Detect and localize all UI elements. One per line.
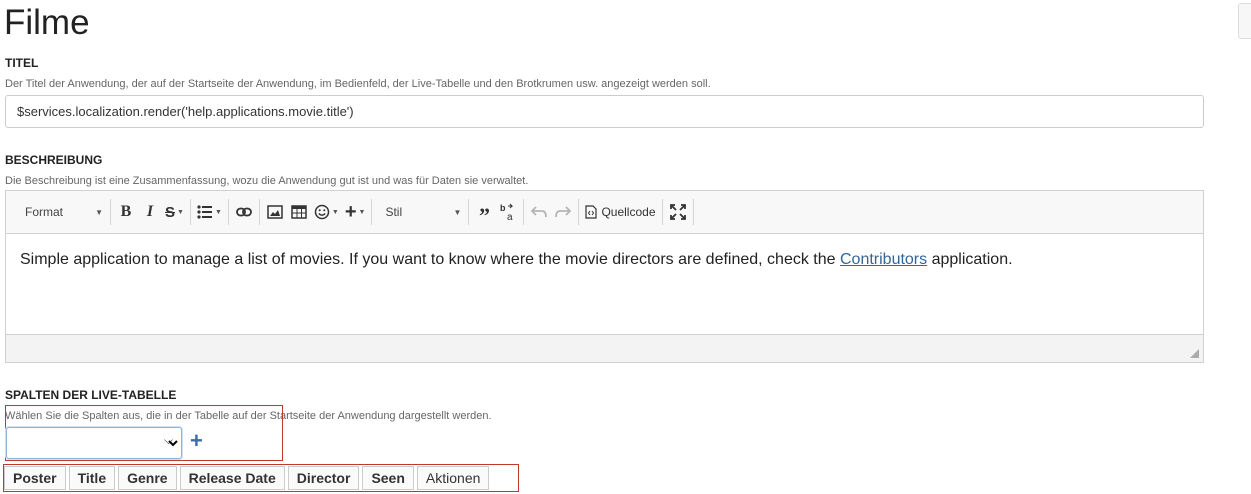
description-text-after: application. [927,251,1013,268]
column-list: Poster Title Genre Release Date Director… [4,466,492,490]
plus-icon[interactable]: + ▼ [342,200,369,224]
column-select[interactable] [6,427,182,459]
column-chip-release-date[interactable]: Release Date [179,466,285,490]
style-dropdown-label: Stil [385,205,403,219]
source-code-icon [585,205,598,219]
svg-text:b: b [500,203,506,213]
rich-text-editor: Format ▼ B I S ▼ ▼ ▼ + ▼ Stil ▼ ” b a Qu… [5,190,1204,363]
column-chip-seen[interactable]: Seen [362,466,414,490]
page-title: Filme [4,3,90,42]
spellcheck-icon[interactable]: ba [496,200,520,224]
source-code-label: Quellcode [601,205,656,219]
emoji-icon[interactable]: ▼ [311,200,342,224]
editor-toolbar: Format ▼ B I S ▼ ▼ ▼ + ▼ Stil ▼ ” b a Qu… [6,191,1203,234]
italic-icon[interactable]: I [138,200,162,224]
bulleted-list-icon[interactable]: ▼ [194,200,225,224]
resize-handle-icon[interactable] [1190,349,1199,358]
column-chip-title[interactable]: Title [68,466,116,490]
title-input[interactable] [5,95,1204,128]
editor-content[interactable]: Simple application to manage a list of m… [6,234,1203,334]
bold-icon[interactable]: B [114,200,138,224]
format-dropdown[interactable]: Format ▼ [15,200,107,224]
undo-icon[interactable] [527,200,551,224]
blockquote-icon[interactable]: ” [472,200,496,228]
column-chip-director[interactable]: Director [287,466,360,490]
strikethrough-icon[interactable]: S ▼ [162,200,187,224]
image-icon[interactable] [263,200,287,224]
title-help-text: Der Titel der Anwendung, der auf der Sta… [5,78,711,90]
description-text-before: Simple application to manage a list of m… [20,251,840,268]
column-chip-poster[interactable]: Poster [4,466,66,490]
corner-button[interactable] [1238,3,1251,39]
maximize-icon[interactable] [666,200,690,224]
format-dropdown-label: Format [25,205,64,219]
chevron-down-icon: ▼ [95,207,103,217]
title-section-label: TITEL [5,56,39,70]
table-icon[interactable] [287,200,311,224]
source-code-button[interactable]: Quellcode [582,200,658,224]
description-help-text: Die Beschreibung ist eine Zusammenfassun… [5,175,529,187]
style-dropdown[interactable]: Stil ▼ [375,200,465,224]
description-section-label: BESCHREIBUNG [5,153,103,167]
column-chip-genre[interactable]: Genre [118,466,177,490]
contributors-link[interactable]: Contributors [840,251,927,268]
columns-section-label: SPALTEN DER LIVE-TABELLE [5,388,177,402]
link-icon[interactable] [232,200,256,224]
redo-icon[interactable] [551,200,575,224]
chevron-down-icon: ▼ [453,207,462,217]
editor-footer [6,334,1203,362]
column-chip-actions[interactable]: Aktionen [416,466,490,490]
svg-text:a: a [507,212,513,221]
add-column-button[interactable]: + [190,428,203,454]
